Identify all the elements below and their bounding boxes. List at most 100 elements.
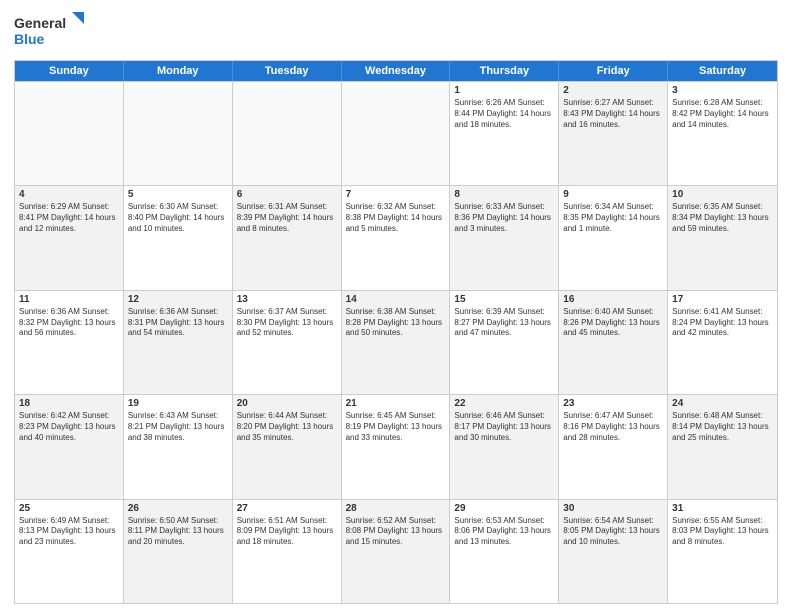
page: General Blue SundayMondayTuesdayWednesda… <box>0 0 792 612</box>
day-number: 17 <box>672 294 773 305</box>
cell-info: Sunrise: 6:28 AM Sunset: 8:42 PM Dayligh… <box>672 98 773 130</box>
calendar-cell: 2 Sunrise: 6:27 AM Sunset: 8:43 PM Daylig… <box>559 82 668 185</box>
day-number: 24 <box>672 398 773 409</box>
cell-info: Sunrise: 6:47 AM Sunset: 8:16 PM Dayligh… <box>563 411 663 443</box>
calendar-cell: 5Sunrise: 6:30 AM Sunset: 8:40 PM Daylig… <box>124 186 233 289</box>
calendar-cell <box>15 82 124 185</box>
day-header: Monday <box>124 61 233 81</box>
cell-info: Sunrise: 6:33 AM Sunset: 8:36 PM Dayligh… <box>454 202 554 234</box>
calendar-cell: 22 Sunrise: 6:46 AM Sunset: 8:17 PM Dayli… <box>450 395 559 498</box>
cell-info: Sunrise: 6:32 AM Sunset: 8:38 PM Dayligh… <box>346 202 446 234</box>
cell-info: Sunrise: 6:38 AM Sunset: 8:28 PM Dayligh… <box>346 307 446 339</box>
day-header: Wednesday <box>342 61 451 81</box>
calendar-cell <box>233 82 342 185</box>
day-number: 1 <box>454 85 554 96</box>
calendar-cell: 1 Sunrise: 6:26 AM Sunset: 8:44 PM Daylig… <box>450 82 559 185</box>
cell-info: Sunrise: 6:31 AM Sunset: 8:39 PM Dayligh… <box>237 202 337 234</box>
day-number: 23 <box>563 398 663 409</box>
day-number: 21 <box>346 398 446 409</box>
day-number: 12 <box>128 294 228 305</box>
cell-info: Sunrise: 6:54 AM Sunset: 8:05 PM Dayligh… <box>563 516 663 548</box>
day-header: Sunday <box>15 61 124 81</box>
calendar-cell: 29 Sunrise: 6:53 AM Sunset: 8:06 PM Dayli… <box>450 500 559 603</box>
day-number: 8 <box>454 189 554 200</box>
cell-info: Sunrise: 6:35 AM Sunset: 8:34 PM Dayligh… <box>672 202 773 234</box>
logo: General Blue <box>14 10 84 54</box>
calendar-cell: 28 Sunrise: 6:52 AM Sunset: 8:08 PM Dayli… <box>342 500 451 603</box>
calendar-cell: 16 Sunrise: 6:40 AM Sunset: 8:26 PM Dayli… <box>559 291 668 394</box>
cell-info: Sunrise: 6:45 AM Sunset: 8:19 PM Dayligh… <box>346 411 446 443</box>
calendar-week: 18Sunrise: 6:42 AM Sunset: 8:23 PM Dayli… <box>15 394 777 498</box>
calendar-cell: 11Sunrise: 6:36 AM Sunset: 8:32 PM Dayli… <box>15 291 124 394</box>
day-number: 19 <box>128 398 228 409</box>
cell-info: Sunrise: 6:29 AM Sunset: 8:41 PM Dayligh… <box>19 202 119 234</box>
calendar-cell: 24Sunrise: 6:48 AM Sunset: 8:14 PM Dayli… <box>668 395 777 498</box>
cell-info: Sunrise: 6:53 AM Sunset: 8:06 PM Dayligh… <box>454 516 554 548</box>
day-number: 15 <box>454 294 554 305</box>
calendar-cell: 10 Sunrise: 6:35 AM Sunset: 8:34 PM Dayli… <box>668 186 777 289</box>
day-number: 26 <box>128 503 228 514</box>
cell-info: Sunrise: 6:26 AM Sunset: 8:44 PM Dayligh… <box>454 98 554 130</box>
day-number: 22 <box>454 398 554 409</box>
calendar-cell: 27Sunrise: 6:51 AM Sunset: 8:09 PM Dayli… <box>233 500 342 603</box>
calendar-cell: 15 Sunrise: 6:39 AM Sunset: 8:27 PM Dayli… <box>450 291 559 394</box>
day-number: 29 <box>454 503 554 514</box>
calendar-cell: 30 Sunrise: 6:54 AM Sunset: 8:05 PM Dayli… <box>559 500 668 603</box>
cell-info: Sunrise: 6:39 AM Sunset: 8:27 PM Dayligh… <box>454 307 554 339</box>
cell-info: Sunrise: 6:36 AM Sunset: 8:32 PM Dayligh… <box>19 307 119 339</box>
cell-info: Sunrise: 6:30 AM Sunset: 8:40 PM Dayligh… <box>128 202 228 234</box>
svg-text:General: General <box>14 15 66 31</box>
calendar-week: 1 Sunrise: 6:26 AM Sunset: 8:44 PM Daylig… <box>15 81 777 185</box>
calendar-cell: 7Sunrise: 6:32 AM Sunset: 8:38 PM Daylig… <box>342 186 451 289</box>
calendar-cell: 17 Sunrise: 6:41 AM Sunset: 8:24 PM Dayli… <box>668 291 777 394</box>
cell-info: Sunrise: 6:44 AM Sunset: 8:20 PM Dayligh… <box>237 411 337 443</box>
day-number: 31 <box>672 503 773 514</box>
calendar-cell <box>124 82 233 185</box>
cell-info: Sunrise: 6:37 AM Sunset: 8:30 PM Dayligh… <box>237 307 337 339</box>
cell-info: Sunrise: 6:46 AM Sunset: 8:17 PM Dayligh… <box>454 411 554 443</box>
day-header: Thursday <box>450 61 559 81</box>
day-number: 25 <box>19 503 119 514</box>
logo-svg: General Blue <box>14 10 84 54</box>
day-number: 30 <box>563 503 663 514</box>
calendar-cell: 23 Sunrise: 6:47 AM Sunset: 8:16 PM Dayli… <box>559 395 668 498</box>
day-header: Tuesday <box>233 61 342 81</box>
calendar-cell: 9 Sunrise: 6:34 AM Sunset: 8:35 PM Daylig… <box>559 186 668 289</box>
day-header: Friday <box>559 61 668 81</box>
calendar-header: SundayMondayTuesdayWednesdayThursdayFrid… <box>15 61 777 81</box>
svg-text:Blue: Blue <box>14 31 45 47</box>
cell-info: Sunrise: 6:40 AM Sunset: 8:26 PM Dayligh… <box>563 307 663 339</box>
day-number: 2 <box>563 85 663 96</box>
calendar-body: 1 Sunrise: 6:26 AM Sunset: 8:44 PM Daylig… <box>15 81 777 603</box>
cell-info: Sunrise: 6:36 AM Sunset: 8:31 PM Dayligh… <box>128 307 228 339</box>
cell-info: Sunrise: 6:41 AM Sunset: 8:24 PM Dayligh… <box>672 307 773 339</box>
day-number: 28 <box>346 503 446 514</box>
day-number: 13 <box>237 294 337 305</box>
day-header: Saturday <box>668 61 777 81</box>
calendar-cell: 31 Sunrise: 6:55 AM Sunset: 8:03 PM Dayli… <box>668 500 777 603</box>
calendar-week: 11Sunrise: 6:36 AM Sunset: 8:32 PM Dayli… <box>15 290 777 394</box>
day-number: 14 <box>346 294 446 305</box>
day-number: 27 <box>237 503 337 514</box>
cell-info: Sunrise: 6:52 AM Sunset: 8:08 PM Dayligh… <box>346 516 446 548</box>
day-number: 10 <box>672 189 773 200</box>
day-number: 16 <box>563 294 663 305</box>
calendar-cell: 13 Sunrise: 6:37 AM Sunset: 8:30 PM Dayli… <box>233 291 342 394</box>
calendar-week: 4Sunrise: 6:29 AM Sunset: 8:41 PM Daylig… <box>15 185 777 289</box>
day-number: 6 <box>237 189 337 200</box>
cell-info: Sunrise: 6:43 AM Sunset: 8:21 PM Dayligh… <box>128 411 228 443</box>
cell-info: Sunrise: 6:49 AM Sunset: 8:13 PM Dayligh… <box>19 516 119 548</box>
cell-info: Sunrise: 6:50 AM Sunset: 8:11 PM Dayligh… <box>128 516 228 548</box>
header: General Blue <box>14 10 778 54</box>
calendar-cell: 12 Sunrise: 6:36 AM Sunset: 8:31 PM Dayli… <box>124 291 233 394</box>
cell-info: Sunrise: 6:34 AM Sunset: 8:35 PM Dayligh… <box>563 202 663 234</box>
day-number: 9 <box>563 189 663 200</box>
calendar-cell: 8 Sunrise: 6:33 AM Sunset: 8:36 PM Daylig… <box>450 186 559 289</box>
calendar-cell: 26 Sunrise: 6:50 AM Sunset: 8:11 PM Dayli… <box>124 500 233 603</box>
day-number: 20 <box>237 398 337 409</box>
cell-info: Sunrise: 6:27 AM Sunset: 8:43 PM Dayligh… <box>563 98 663 130</box>
calendar: SundayMondayTuesdayWednesdayThursdayFrid… <box>14 60 778 604</box>
cell-info: Sunrise: 6:55 AM Sunset: 8:03 PM Dayligh… <box>672 516 773 548</box>
cell-info: Sunrise: 6:42 AM Sunset: 8:23 PM Dayligh… <box>19 411 119 443</box>
calendar-cell: 14 Sunrise: 6:38 AM Sunset: 8:28 PM Dayli… <box>342 291 451 394</box>
